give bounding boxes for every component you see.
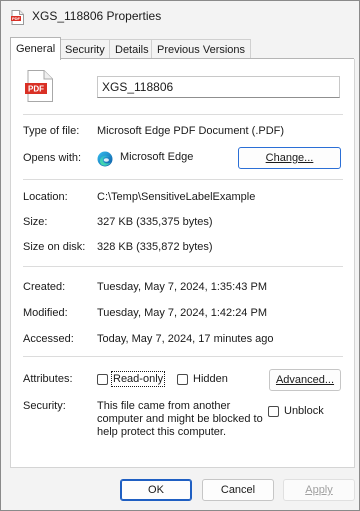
window-title: XGS_118806 Properties <box>32 9 162 23</box>
pdf-file-icon: PDF <box>11 10 24 28</box>
hidden-checkbox[interactable] <box>177 374 188 385</box>
size-on-disk-label: Size on disk: <box>23 241 86 253</box>
unblock-checkbox[interactable] <box>268 406 279 417</box>
hidden-label[interactable]: Hidden <box>193 373 228 385</box>
properties-window: PDF XGS_118806 Properties General Securi… <box>0 0 360 511</box>
dialog-button-bar: OK Cancel Apply <box>1 469 359 510</box>
svg-text:PDF: PDF <box>28 85 44 94</box>
edge-icon <box>97 151 113 170</box>
unblock-label[interactable]: Unblock <box>284 405 324 417</box>
accessed-label: Accessed: <box>23 333 74 345</box>
svg-text:PDF: PDF <box>12 16 21 21</box>
location-value: C:\Temp\SensitiveLabelExample <box>97 191 256 203</box>
modified-label: Modified: <box>23 307 68 319</box>
advanced-button[interactable]: Advanced... <box>269 369 341 391</box>
pdf-document-icon: PDF <box>25 70 53 105</box>
apply-button-label: Apply <box>305 484 333 496</box>
file-name-input[interactable] <box>97 76 340 98</box>
opens-with-label: Opens with: <box>23 152 82 164</box>
attributes-label: Attributes: <box>23 373 73 385</box>
size-label: Size: <box>23 216 48 228</box>
size-on-disk-value: 328 KB (335,872 bytes) <box>97 241 213 253</box>
read-only-label[interactable]: Read-only <box>110 371 166 387</box>
tab-previous-versions[interactable]: Previous Versions <box>151 39 252 60</box>
security-label: Security: <box>23 400 66 412</box>
general-panel: PDF Type of file: Microsoft Edge PDF Doc… <box>10 59 355 468</box>
change-button-label: Change... <box>265 152 314 164</box>
security-message: This file came from another computer and… <box>97 400 263 438</box>
tab-details[interactable]: Details <box>109 39 155 60</box>
ok-button[interactable]: OK <box>120 479 192 501</box>
created-label: Created: <box>23 281 66 293</box>
advanced-button-label: Advanced... <box>275 374 335 386</box>
apply-button[interactable]: Apply <box>283 479 355 501</box>
divider <box>23 266 343 267</box>
read-only-checkbox[interactable] <box>97 374 108 385</box>
tab-security[interactable]: Security <box>59 39 111 60</box>
divider <box>23 356 343 357</box>
type-of-file-value: Microsoft Edge PDF Document (.PDF) <box>97 125 285 137</box>
modified-value: Tuesday, May 7, 2024, 1:42:24 PM <box>97 307 267 319</box>
tab-general[interactable]: General <box>10 37 62 60</box>
opens-with-value: Microsoft Edge <box>120 151 194 163</box>
tab-strip: General Security Details Previous Versio… <box>1 37 359 60</box>
divider <box>23 114 343 115</box>
cancel-button[interactable]: Cancel <box>202 479 274 501</box>
title-bar[interactable]: PDF XGS_118806 Properties <box>1 1 359 31</box>
divider <box>23 179 343 180</box>
created-value: Tuesday, May 7, 2024, 1:35:43 PM <box>97 281 267 293</box>
change-button[interactable]: Change... <box>238 147 341 169</box>
location-label: Location: <box>23 191 68 203</box>
type-of-file-label: Type of file: <box>23 125 80 137</box>
size-value: 327 KB (335,375 bytes) <box>97 216 213 228</box>
accessed-value: Today, May 7, 2024, 17 minutes ago <box>97 333 274 345</box>
